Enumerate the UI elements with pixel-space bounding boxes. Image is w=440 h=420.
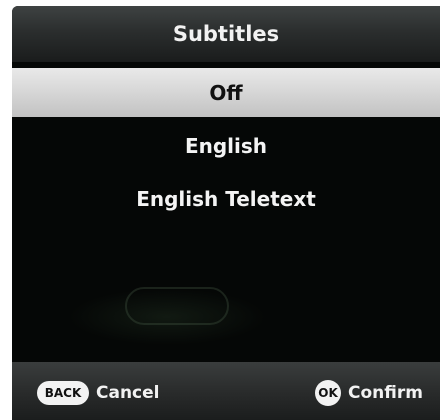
option-label: English Teletext bbox=[136, 186, 316, 211]
back-key-badge[interactable]: BACK bbox=[37, 381, 89, 405]
confirm-hint: Confirm bbox=[348, 383, 423, 403]
ok-key-label: OK bbox=[318, 386, 338, 400]
option-label: Off bbox=[209, 80, 243, 105]
subtitle-options-list: Off English English Teletext bbox=[12, 62, 440, 362]
button-hint-bar: BACK Cancel OK Confirm bbox=[12, 362, 440, 420]
option-english[interactable]: English bbox=[12, 121, 440, 170]
dialog-title: Subtitles bbox=[172, 22, 280, 46]
option-label: English bbox=[184, 133, 268, 158]
dialog-header: Subtitles bbox=[12, 6, 440, 62]
option-english-teletext[interactable]: English Teletext bbox=[12, 174, 440, 223]
option-off[interactable]: Off bbox=[12, 68, 440, 117]
back-key-label: BACK bbox=[44, 386, 82, 400]
subtitles-dialog: Subtitles Off English English Teletext B… bbox=[12, 6, 440, 420]
background-video-artifact bbox=[125, 287, 229, 325]
ok-key-badge[interactable]: OK bbox=[315, 380, 341, 406]
cancel-hint: Cancel bbox=[96, 383, 160, 403]
